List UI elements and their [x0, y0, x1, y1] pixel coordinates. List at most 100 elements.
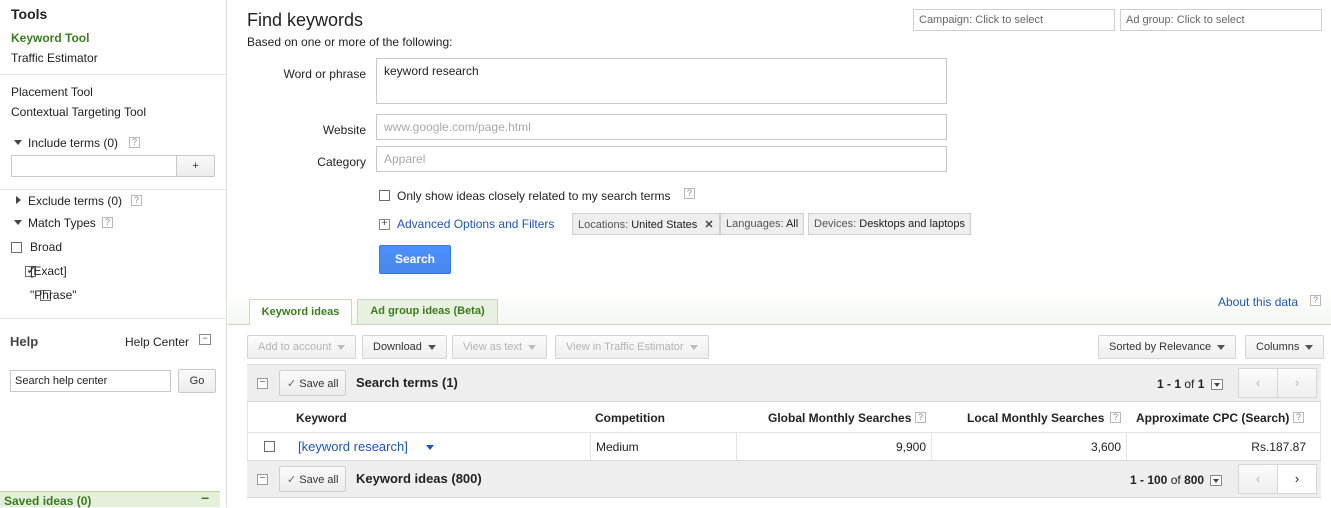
- search-terms-bar: − ✓ Save all Search terms (1) 1 - 1 of 1…: [247, 364, 1321, 402]
- header-approximate-cpc[interactable]: Approximate CPC (Search): [1136, 411, 1289, 425]
- sidebar-item-contextual-targeting-tool[interactable]: Contextual Targeting Tool: [11, 105, 146, 119]
- pager-info: 1 - 1 of 1: [1157, 377, 1223, 391]
- add-to-account-label: Add to account: [258, 341, 332, 353]
- header-competition[interactable]: Competition: [595, 411, 665, 425]
- expand-icon[interactable]: [14, 140, 22, 145]
- help-icon[interactable]: ?: [102, 217, 113, 228]
- help-icon[interactable]: ?: [1293, 412, 1304, 423]
- word-or-phrase-input[interactable]: keyword research: [376, 58, 947, 104]
- website-label: Website: [322, 123, 366, 137]
- help-icon[interactable]: ?: [1110, 412, 1121, 423]
- sidebar-item-traffic-estimator[interactable]: Traffic Estimator: [11, 51, 98, 65]
- keyword-link[interactable]: [keyword research]: [298, 439, 408, 454]
- keyword-ideas-title: Keyword ideas (800): [356, 471, 482, 486]
- locations-chip[interactable]: Locations: United States ✕: [572, 213, 720, 235]
- cpc-value: Rs.187.87: [1251, 440, 1306, 454]
- languages-chip[interactable]: Languages: All: [720, 213, 805, 235]
- expand-icon[interactable]: [16, 196, 21, 204]
- exclude-terms-toggle[interactable]: Exclude terms (0): [28, 194, 122, 208]
- help-icon[interactable]: ?: [684, 188, 695, 199]
- languages-value: All: [785, 218, 799, 230]
- include-terms-input[interactable]: [11, 155, 177, 177]
- page-title: Find keywords: [247, 10, 364, 30]
- search-button[interactable]: Search: [379, 245, 451, 274]
- sidebar-item-keyword-tool[interactable]: Keyword Tool: [11, 31, 89, 45]
- add-to-account-button[interactable]: Add to account: [247, 335, 357, 359]
- remove-icon[interactable]: ✕: [704, 219, 713, 231]
- help-search-input[interactable]: [10, 370, 171, 392]
- chevron-down-icon: [427, 344, 436, 350]
- download-button[interactable]: Download: [362, 335, 447, 359]
- chevron-down-icon[interactable]: [426, 445, 434, 450]
- collapse-icon[interactable]: [14, 220, 22, 225]
- chevron-down-icon: [1217, 344, 1226, 350]
- devices-value: Desktops and laptops: [859, 218, 966, 230]
- help-icon[interactable]: ?: [1310, 295, 1321, 306]
- help-icon[interactable]: ?: [915, 412, 926, 423]
- save-all-label: Save all: [299, 474, 339, 486]
- pager-of: of: [1170, 473, 1181, 487]
- help-icon[interactable]: ?: [131, 195, 142, 206]
- save-all-button[interactable]: ✓ Save all: [279, 370, 347, 396]
- advanced-options-link[interactable]: Advanced Options and Filters: [397, 217, 554, 231]
- tabs-underline: [228, 324, 1331, 325]
- broad-checkbox[interactable]: [11, 242, 22, 253]
- view-in-traffic-estimator-button[interactable]: View in Traffic Estimator: [555, 335, 709, 359]
- prev-page-button[interactable]: ‹: [1238, 368, 1278, 398]
- divider: [590, 433, 591, 460]
- header-local-monthly-searches[interactable]: Local Monthly Searches: [967, 411, 1104, 425]
- only-show-related-label: Only show ideas closely related to my se…: [397, 189, 671, 203]
- add-include-term-button[interactable]: +: [176, 155, 215, 177]
- tab-keyword-ideas[interactable]: Keyword ideas: [249, 299, 352, 325]
- category-input[interactable]: Apparel: [376, 146, 947, 172]
- locations-key: Locations:: [578, 219, 629, 231]
- help-icon[interactable]: ?: [129, 137, 140, 148]
- expand-plus-icon[interactable]: +: [379, 219, 390, 230]
- pager-info: 1 - 100 of 800: [1130, 473, 1223, 487]
- collapse-icon[interactable]: −: [257, 378, 268, 389]
- sidebar: Tools Keyword Tool Traffic Estimator Pla…: [0, 0, 227, 508]
- devices-chip[interactable]: Devices: Desktops and laptops: [808, 213, 972, 235]
- include-terms-toggle[interactable]: Include terms (0): [28, 136, 118, 150]
- website-input[interactable]: www.google.com/page.html: [376, 114, 947, 140]
- help-center-link[interactable]: Help Center: [125, 335, 189, 349]
- tab-ad-group-ideas[interactable]: Ad group ideas (Beta): [357, 299, 498, 324]
- view-as-text-button[interactable]: View as text: [452, 335, 548, 359]
- word-or-phrase-label: Word or phrase: [283, 67, 366, 81]
- match-types-toggle[interactable]: Match Types: [28, 216, 96, 230]
- keyword-ideas-bar: − ✓ Save all Keyword ideas (800) 1 - 100…: [247, 460, 1321, 498]
- ad-group-select[interactable]: Ad group: Click to select: [1120, 9, 1322, 31]
- campaign-select[interactable]: Campaign: Click to select: [913, 9, 1115, 31]
- go-button[interactable]: Go: [178, 369, 216, 393]
- chevron-down-icon[interactable]: [1210, 475, 1223, 487]
- view-in-traffic-estimator-label: View in Traffic Estimator: [566, 341, 684, 353]
- pager-total: 1: [1197, 377, 1205, 391]
- only-show-related-checkbox[interactable]: [379, 190, 390, 201]
- save-all-button[interactable]: ✓ Save all: [279, 466, 347, 492]
- table-row: [keyword research] Medium 9,900 3,600 Rs…: [248, 433, 1320, 460]
- broad-label: Broad: [30, 240, 63, 254]
- divider: [736, 433, 737, 460]
- collapse-icon[interactable]: −: [199, 334, 211, 345]
- prev-page-button[interactable]: ‹: [1238, 464, 1278, 494]
- saved-ideas-bar[interactable]: Saved ideas (0) −: [0, 490, 220, 508]
- divider: [931, 433, 932, 460]
- about-this-data-link[interactable]: About this data: [1218, 295, 1298, 309]
- chevron-down-icon: [337, 344, 346, 350]
- chevron-down-icon[interactable]: [1210, 379, 1223, 391]
- divider: [0, 74, 226, 75]
- collapse-icon[interactable]: −: [257, 474, 268, 485]
- sidebar-item-placement-tool[interactable]: Placement Tool: [11, 85, 93, 99]
- sort-dropdown[interactable]: Sorted by Relevance: [1098, 335, 1237, 359]
- columns-dropdown[interactable]: Columns: [1245, 335, 1325, 359]
- row-checkbox[interactable]: [264, 441, 275, 452]
- next-page-button[interactable]: ›: [1277, 368, 1317, 398]
- header-keyword[interactable]: Keyword: [296, 411, 347, 425]
- pager-total: 800: [1184, 473, 1205, 487]
- chevron-down-icon: [528, 344, 537, 350]
- columns-label: Columns: [1256, 341, 1300, 353]
- header-global-monthly-searches[interactable]: Global Monthly Searches: [768, 411, 911, 425]
- minimize-icon[interactable]: −: [201, 490, 209, 506]
- next-page-button[interactable]: ›: [1277, 464, 1317, 494]
- view-as-text-label: View as text: [463, 341, 523, 353]
